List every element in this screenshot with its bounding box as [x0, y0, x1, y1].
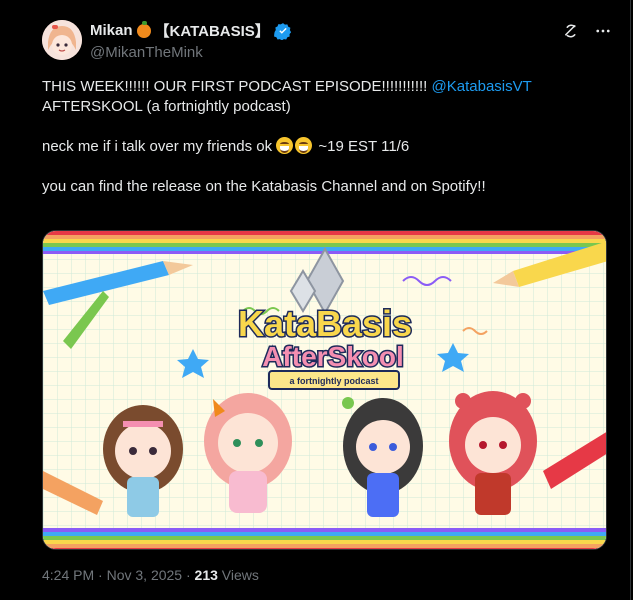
- tweet-line-3: neck me if i talk over my friends ok ~19…: [42, 137, 602, 157]
- podcast-banner-image[interactable]: KataBasis AfterSkool a fortnightly podca…: [43, 231, 607, 550]
- meta-separator: ·: [94, 567, 107, 583]
- display-name-suffix[interactable]: 【KATABASIS】: [155, 20, 270, 41]
- tweet-line-4: you can find the release on the Katabasi…: [42, 178, 486, 195]
- tweet-actions: [562, 22, 612, 40]
- tweet-media[interactable]: KataBasis AfterSkool a fortnightly podca…: [42, 230, 607, 550]
- more-options-icon[interactable]: [594, 22, 612, 40]
- tweet-time[interactable]: 4:24 PM: [42, 567, 94, 583]
- banner-ribbon: a fortnightly podcast: [289, 376, 378, 386]
- tweet-line-2: AFTERSKOOL (a fortnightly podcast): [42, 98, 291, 115]
- grinning-emoji-icon: [295, 137, 313, 154]
- verified-badge-icon: [273, 22, 291, 40]
- grinning-emoji-icon: [276, 137, 294, 154]
- banner-title-1: KataBasis: [238, 303, 412, 344]
- tweet-date[interactable]: Nov 3, 2025: [107, 567, 183, 583]
- views-label: Views: [217, 567, 259, 583]
- tweet-meta: 4:24 PM · Nov 3, 2025 · 213 Views: [42, 567, 259, 583]
- column-border: [630, 0, 631, 600]
- tweet-text: THIS WEEK!!!!!! OUR FIRST PODCAST EPISOD…: [42, 77, 602, 197]
- tweet-line-3-text: neck me if i talk over my friends ok: [42, 138, 273, 155]
- tweet-line-1: THIS WEEK!!!!!! OUR FIRST PODCAST EPISOD…: [42, 77, 602, 97]
- tangerine-icon: [136, 20, 151, 38]
- author-handle[interactable]: @MikanTheMink: [90, 44, 292, 61]
- display-name-row[interactable]: Mikan 【KATABASIS】: [90, 20, 292, 41]
- tweet-header: Mikan 【KATABASIS】 @MikanTheMink: [42, 18, 612, 62]
- display-name[interactable]: Mikan: [90, 22, 133, 39]
- avatar[interactable]: [42, 20, 82, 60]
- tweet-line-1-text: THIS WEEK!!!!!! OUR FIRST PODCAST EPISOD…: [42, 78, 432, 95]
- tweet-line-3-suffix: ~19 EST 11/6: [314, 138, 410, 155]
- views-count: 213: [194, 567, 218, 583]
- author-names: Mikan 【KATABASIS】 @MikanTheMink: [90, 20, 292, 61]
- grok-icon[interactable]: [562, 22, 580, 40]
- meta-separator: ·: [182, 567, 195, 583]
- mention-link[interactable]: @KatabasisVT: [432, 78, 532, 95]
- banner-title-2: AfterSkool: [262, 341, 404, 372]
